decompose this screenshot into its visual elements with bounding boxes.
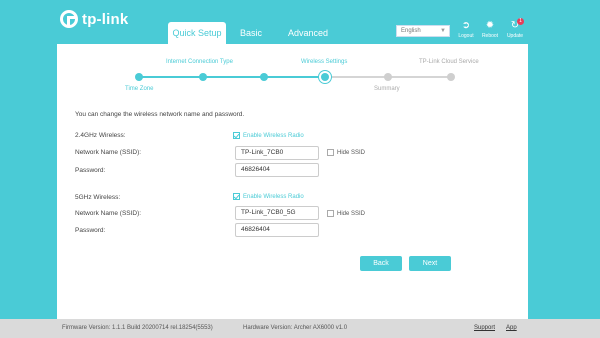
step-label-wireless: Wireless Settings [301, 59, 348, 65]
hardware-version: Hardware Version: Archer AX6000 v1.0 [243, 325, 348, 331]
reboot-icon: ✹ [485, 20, 495, 31]
band5-section-label: 5GHz Wireless: [75, 194, 121, 201]
firmware-version: Firmware Version: 1.1.1 Build 20200714 r… [62, 325, 213, 331]
step-dot-wireless [321, 73, 329, 81]
tab-basic[interactable]: Basic [230, 22, 272, 44]
step-dot-intermediate [260, 73, 268, 81]
band24-hide-ssid-label: Hide SSID [337, 149, 366, 156]
step-dot-time-zone [135, 73, 143, 81]
band24-ssid-input[interactable]: TP-Link_7CB0 [235, 146, 319, 160]
band5-hide-ssid-label: Hide SSID [337, 210, 366, 217]
step-label-cloud: TP-Link Cloud Service [419, 59, 479, 65]
step-label-time-zone: Time Zone [125, 86, 154, 92]
band24-hide-ssid-checkbox[interactable]: Hide SSID [327, 149, 365, 156]
update-label: Update [506, 33, 524, 39]
top-bar: tp-link Quick Setup Basic Advanced Engli… [0, 0, 600, 44]
step-label-internet: Internet Connection Type [166, 59, 233, 65]
tp-link-logo: tp-link [60, 10, 128, 28]
tab-quick-setup[interactable]: Quick Setup [168, 22, 226, 44]
setup-progress: Time Zone Internet Connection Type Wirel… [57, 44, 528, 104]
checkbox-checked-icon [233, 132, 240, 139]
band24-password-label: Password: [75, 167, 106, 174]
tp-link-logo-icon [60, 10, 78, 28]
band24-password-input[interactable]: 46826404 [235, 163, 319, 177]
band5-ssid-input[interactable]: TP-Link_7CB0_5G [235, 206, 319, 220]
form-intro: You can change the wireless network name… [75, 111, 245, 118]
language-value: English [401, 28, 421, 34]
step-label-summary: Summary [374, 86, 400, 92]
band5-enable-checkbox[interactable]: Enable Wireless Radio [233, 193, 304, 200]
brand-name: tp-link [82, 10, 129, 28]
band5-hide-ssid-checkbox[interactable]: Hide SSID [327, 210, 365, 217]
support-link[interactable]: Support [474, 325, 495, 331]
checkbox-unchecked-icon [327, 149, 334, 156]
band24-enable-label: Enable Wireless Radio [243, 132, 304, 139]
band5-password-input[interactable]: 46826404 [235, 223, 319, 237]
update-button[interactable]: ↻ 1 Update [503, 18, 527, 39]
band5-ssid-label: Network Name (SSID): [75, 210, 142, 217]
step-dot-internet [199, 73, 207, 81]
reboot-label: Reboot [481, 33, 499, 39]
band24-section-label: 2.4GHz Wireless: [75, 132, 126, 139]
band5-enable-label: Enable Wireless Radio [243, 193, 304, 200]
progress-line-done [139, 76, 325, 78]
language-select[interactable]: English ▼ [396, 25, 450, 37]
logout-button[interactable]: ➲ Logout [454, 20, 478, 39]
band5-password-label: Password: [75, 227, 106, 234]
step-dot-cloud [447, 73, 455, 81]
quick-setup-panel: Time Zone Internet Connection Type Wirel… [57, 44, 528, 319]
checkbox-checked-icon [233, 193, 240, 200]
next-button[interactable]: Next [409, 256, 451, 271]
footer-bar: Firmware Version: 1.1.1 Build 20200714 r… [0, 319, 600, 338]
back-button[interactable]: Back [360, 256, 402, 271]
step-dot-summary-pre [384, 73, 392, 81]
band24-ssid-label: Network Name (SSID): [75, 149, 142, 156]
tab-advanced[interactable]: Advanced [278, 22, 338, 44]
checkbox-unchecked-icon [327, 210, 334, 217]
app-link[interactable]: App [506, 325, 517, 331]
logout-icon: ➲ [461, 20, 471, 31]
update-badge: 1 [517, 18, 524, 25]
chevron-down-icon: ▼ [440, 28, 446, 34]
band24-enable-checkbox[interactable]: Enable Wireless Radio [233, 132, 304, 139]
main-tabs: Quick Setup Basic Advanced [168, 22, 338, 44]
logout-label: Logout [458, 33, 474, 39]
reboot-button[interactable]: ✹ Reboot [478, 20, 502, 39]
